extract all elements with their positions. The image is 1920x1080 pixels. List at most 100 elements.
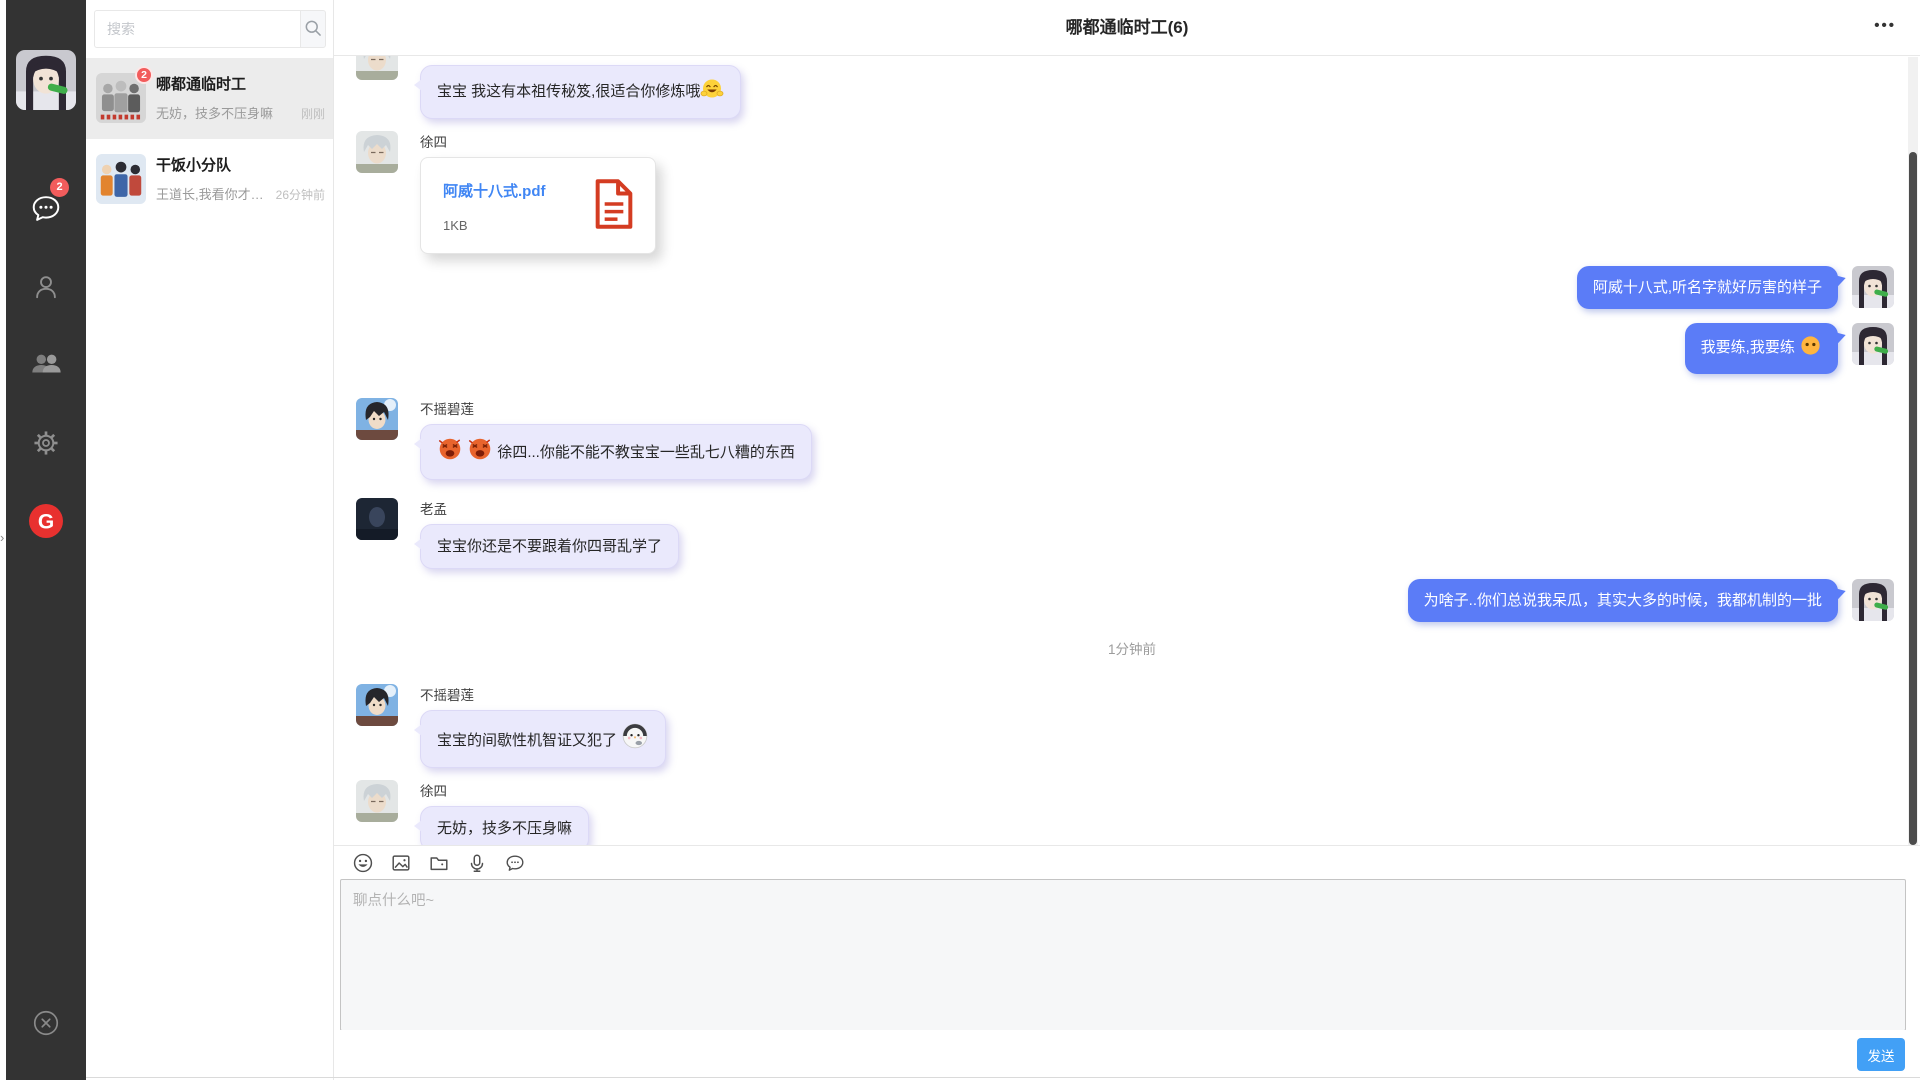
- unread-badge: 2: [135, 66, 153, 84]
- chat-list-item[interactable]: 2 哪都通临时工 无妨，技多不压身嘛 刚刚: [86, 58, 333, 139]
- user-avatar[interactable]: [16, 50, 76, 110]
- sidebar-item-chats[interactable]: 2: [6, 170, 86, 248]
- chat-avatar: [96, 154, 146, 204]
- message-avatar[interactable]: [356, 780, 398, 822]
- send-row: 发送: [334, 1030, 1920, 1080]
- sender-name: 老孟: [420, 498, 679, 518]
- close-circle-icon: [31, 1008, 61, 1043]
- message-row: 不摇碧莲宝宝的间歇性机智证又犯了: [356, 684, 1908, 768]
- composer: 发送: [334, 845, 1920, 1080]
- sender-name: 不摇碧莲: [420, 684, 666, 704]
- message-body: 不摇碧莲宝宝的间歇性机智证又犯了: [420, 684, 666, 768]
- message-row: 不摇碧莲 徐四...你能不能不教宝宝一些乱七八糟的东西: [356, 398, 1908, 480]
- message-row: 我要练,我要练: [356, 323, 1908, 374]
- message-row: 为啥子..你们总说我呆瓜，其实大多的时候，我都机制的一批: [356, 579, 1908, 622]
- message-avatar[interactable]: [1852, 266, 1894, 308]
- image-icon[interactable]: [390, 852, 412, 874]
- sidebar: 2G: [6, 0, 86, 1080]
- chat-timestamp: 刚刚: [301, 105, 325, 122]
- folder-icon[interactable]: [428, 852, 450, 874]
- message-row: 徐四 阿威十八式.pdf 1KB: [356, 131, 1908, 254]
- penguin-sticker: [621, 722, 649, 756]
- message-list: 宝宝 我这有本祖传秘笈,很适合你修炼哦徐四 阿威十八式.pdf 1KB 阿威十八…: [334, 56, 1908, 845]
- sidebar-item-contacts[interactable]: [6, 248, 86, 326]
- message-body: 不摇碧莲 徐四...你能不能不教宝宝一些乱七八糟的东西: [420, 398, 812, 480]
- message-bubble-outgoing: 阿威十八式,听名字就好厉害的样子: [1577, 266, 1838, 309]
- sidebar-item-close[interactable]: [6, 1000, 86, 1050]
- file-name: 阿威十八式.pdf: [443, 180, 546, 201]
- chat-avatar: 2: [96, 73, 146, 123]
- sidebar-item-groups[interactable]: [6, 326, 86, 404]
- message-bubble-outgoing: 为啥子..你们总说我呆瓜，其实大多的时候，我都机制的一批: [1408, 579, 1838, 622]
- search-button[interactable]: [300, 10, 326, 48]
- chat-list-panel: 2 哪都通临时工 无妨，技多不压身嘛 刚刚 干饭小分队 王道长,我看你才… 26…: [86, 0, 334, 1080]
- file-message-card[interactable]: 阿威十八式.pdf 1KB: [420, 157, 656, 254]
- sidebar-item-settings[interactable]: [6, 404, 86, 482]
- file-meta: 阿威十八式.pdf 1KB: [443, 180, 546, 233]
- chat-history-icon[interactable]: [504, 852, 526, 874]
- svg-text:G: G: [38, 511, 54, 534]
- message-bubble-incoming: 无妨，技多不压身嘛: [420, 806, 589, 845]
- chat-last-message: 王道长,我看你才…: [156, 184, 270, 203]
- sender-name: 不摇碧莲: [420, 398, 812, 418]
- chat-list: 2 哪都通临时工 无妨，技多不压身嘛 刚刚 干饭小分队 王道长,我看你才… 26…: [86, 58, 333, 220]
- time-divider: 1分钟前: [356, 638, 1908, 658]
- search-bar: [94, 10, 326, 48]
- settings-gear-icon: [30, 427, 62, 459]
- mic-icon[interactable]: [466, 852, 488, 874]
- message-bubble-incoming: 宝宝你还是不要跟着你四哥乱学了: [420, 524, 679, 569]
- message-avatar[interactable]: [356, 398, 398, 440]
- group-people-icon: [29, 348, 63, 382]
- message-avatar[interactable]: [356, 131, 398, 173]
- message-avatar[interactable]: [1852, 323, 1894, 365]
- window-bottom-border: [86, 1077, 1920, 1078]
- message-bubble-outgoing: 我要练,我要练: [1685, 323, 1838, 374]
- message-avatar[interactable]: [356, 56, 398, 80]
- more-menu-button[interactable]: •••: [1868, 0, 1902, 56]
- composer-toolbar: [334, 846, 1920, 879]
- message-body: 宝宝 我这有本祖传秘笈,很适合你修炼哦: [420, 56, 741, 119]
- scrollbar-thumb[interactable]: [1909, 152, 1917, 845]
- contact-person-icon: [30, 271, 62, 303]
- chat-bubble-icon: [29, 192, 63, 226]
- message-bubble-incoming: 宝宝的间歇性机智证又犯了: [420, 710, 666, 768]
- message-row: 宝宝 我这有本祖传秘笈,很适合你修炼哦: [356, 56, 1908, 119]
- no-mouth-face-emoji: [1799, 334, 1822, 363]
- angry-face-emoji: [437, 436, 463, 468]
- app-window: › 2G 2 哪都通临时工 无妨，技多不压身嘛 刚刚 干饭小分队 王道长,我看你…: [0, 0, 1920, 1080]
- unread-badge: 2: [50, 178, 69, 197]
- conversation-title: 哪都通临时工(6): [334, 0, 1920, 56]
- chat-title: 哪都通临时工: [156, 73, 325, 94]
- message-avatar[interactable]: [356, 498, 398, 540]
- file-size: 1KB: [443, 218, 546, 233]
- message-bubble-incoming: 宝宝 我这有本祖传秘笈,很适合你修炼哦: [420, 65, 741, 119]
- message-input[interactable]: [340, 879, 1906, 1031]
- message-row: 老孟宝宝你还是不要跟着你四哥乱学了: [356, 498, 1908, 569]
- message-body: 老孟宝宝你还是不要跟着你四哥乱学了: [420, 498, 679, 569]
- sender-name: 徐四: [420, 131, 656, 151]
- collapse-arrow-icon[interactable]: ›: [0, 530, 4, 545]
- search-input[interactable]: [94, 10, 300, 48]
- sidebar-nav: 2G: [6, 170, 86, 560]
- conversation-panel: 哪都通临时工(6) ••• 宝宝 我这有本祖传秘笈,很适合你修炼哦徐四 阿威十八…: [334, 0, 1920, 1080]
- chat-texts: 哪都通临时工 无妨，技多不压身嘛 刚刚: [156, 73, 325, 139]
- angry-face-emoji: [467, 436, 493, 468]
- message-row: 徐四无妨，技多不压身嘛: [356, 780, 1908, 845]
- chat-title: 干饭小分队: [156, 154, 325, 175]
- message-bubble-incoming: 徐四...你能不能不教宝宝一些乱七八糟的东西: [420, 424, 812, 480]
- message-avatar[interactable]: [1852, 579, 1894, 621]
- chat-list-item[interactable]: 干饭小分队 王道长,我看你才… 26分钟前: [86, 139, 333, 220]
- emoji-icon[interactable]: [352, 852, 374, 874]
- send-button[interactable]: 发送: [1857, 1038, 1905, 1071]
- chat-texts: 干饭小分队 王道长,我看你才… 26分钟前: [156, 154, 325, 220]
- message-body: 徐四无妨，技多不压身嘛: [420, 780, 589, 845]
- sidebar-item-g-app[interactable]: G: [6, 482, 86, 560]
- hugging-face-emoji: [700, 77, 724, 107]
- sender-name: 徐四: [420, 780, 589, 800]
- message-avatar[interactable]: [356, 684, 398, 726]
- pdf-file-icon: [593, 178, 635, 235]
- left-gutter: ›: [0, 0, 6, 1080]
- chat-last-message: 无妨，技多不压身嘛: [156, 103, 295, 122]
- message-row: 阿威十八式,听名字就好厉害的样子: [356, 266, 1908, 309]
- message-body: 徐四 阿威十八式.pdf 1KB: [420, 131, 656, 254]
